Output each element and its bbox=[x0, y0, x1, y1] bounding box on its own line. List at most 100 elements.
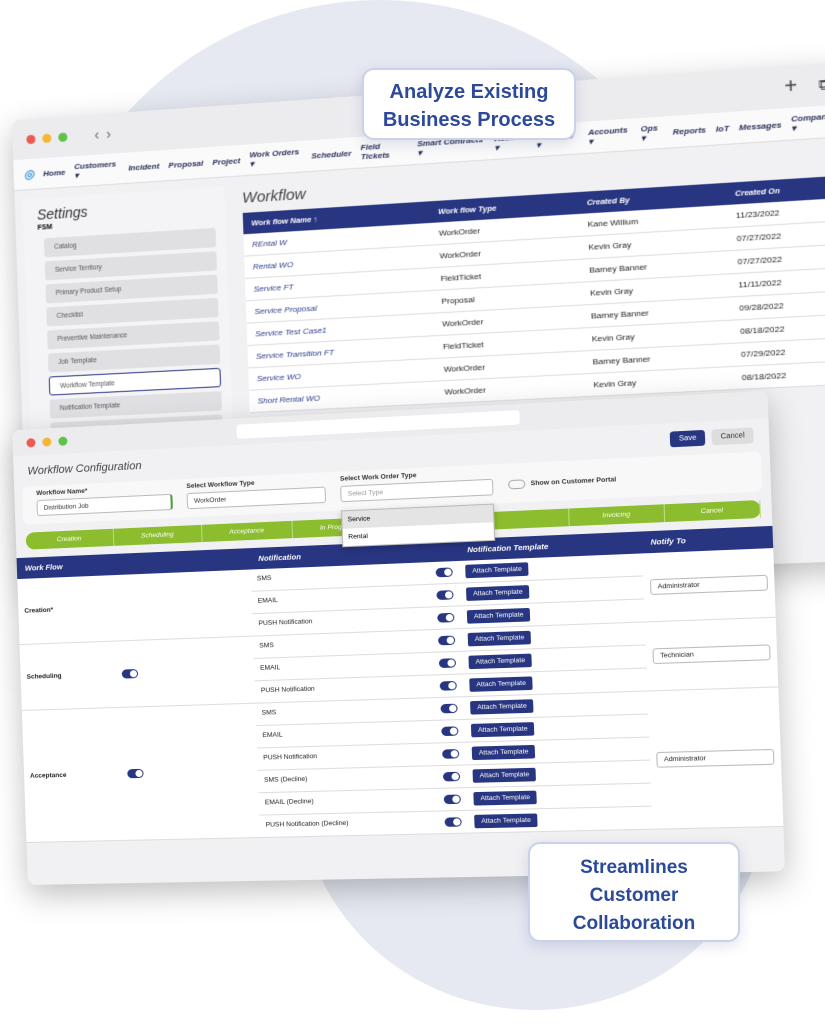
workflow-step[interactable]: Invoicing bbox=[569, 504, 665, 527]
nav-item[interactable]: Proposal bbox=[168, 158, 203, 169]
attach-template-button[interactable]: Attach Template bbox=[474, 813, 538, 829]
notification-toggle[interactable] bbox=[442, 749, 460, 759]
close-icon[interactable] bbox=[26, 437, 36, 448]
notification-name: PUSH Notification bbox=[258, 618, 313, 628]
notification-name: EMAIL bbox=[260, 664, 281, 672]
portal-toggle[interactable] bbox=[507, 478, 526, 489]
notification-toggle[interactable] bbox=[440, 680, 458, 691]
attach-template-button[interactable]: Attach Template bbox=[467, 607, 531, 624]
workflow-main: Workflow Work flow Name ↑ Work flow Type C… bbox=[242, 147, 825, 414]
table-cell: 08/18/2022 bbox=[732, 360, 825, 390]
notification-toggle[interactable] bbox=[444, 817, 463, 827]
notify-to-select[interactable]: Administrator bbox=[656, 748, 775, 768]
workflow-stage: Creation* bbox=[17, 569, 253, 645]
notify-to-select[interactable]: Administrator bbox=[649, 574, 769, 596]
notify-to-select[interactable]: Technician bbox=[652, 644, 771, 665]
workflow-config-window: Workflow Configuration Save Cancel Workf… bbox=[12, 390, 786, 885]
tabs-icon[interactable]: ⧉ bbox=[818, 75, 825, 94]
attach-template-button[interactable]: Attach Template bbox=[471, 722, 535, 738]
notification-toggle[interactable] bbox=[439, 658, 457, 669]
workflow-step[interactable]: Scheduling bbox=[113, 524, 203, 546]
attach-template-button[interactable]: Attach Template bbox=[468, 653, 532, 670]
attach-template-button[interactable]: Attach Template bbox=[472, 744, 536, 761]
workflow-table: Work flow Name ↑ Work flow Type Created By… bbox=[242, 175, 825, 413]
notify-to-value: Administrator bbox=[663, 754, 707, 764]
back-icon[interactable]: ‹ bbox=[94, 126, 99, 142]
stage-name: Creation* bbox=[24, 606, 54, 615]
nav-item[interactable]: Incident bbox=[128, 161, 159, 172]
wo-type-dropdown: Service Rental bbox=[341, 503, 496, 548]
notification-name: SMS bbox=[256, 574, 272, 583]
notify-to-cell: Administrator bbox=[647, 686, 784, 830]
notification-cell: PUSH Notification (Decline) bbox=[259, 810, 469, 838]
notification-toggle[interactable] bbox=[444, 794, 462, 805]
attach-template-button[interactable]: Attach Template bbox=[470, 699, 534, 715]
page-title: Workflow Configuration bbox=[27, 459, 142, 478]
nav-item[interactable]: Project bbox=[212, 156, 240, 167]
nav-item[interactable]: Accounts ▾ bbox=[588, 125, 632, 146]
notification-toggle[interactable] bbox=[440, 703, 459, 714]
new-tab-icon[interactable]: + bbox=[784, 74, 798, 99]
workflow-name-input[interactable]: Distribution Job bbox=[36, 493, 173, 517]
notification-toggle[interactable] bbox=[436, 567, 454, 578]
notification-toggle[interactable] bbox=[437, 612, 455, 623]
nav-item[interactable]: Ops ▾ bbox=[641, 123, 664, 143]
workflow-stage: Acceptance bbox=[21, 703, 260, 843]
notification-name: PUSH Notification (Decline) bbox=[265, 819, 349, 829]
maximize-icon[interactable] bbox=[58, 131, 68, 142]
cancel-button[interactable]: Cancel bbox=[711, 427, 754, 446]
close-icon[interactable] bbox=[26, 134, 36, 144]
nav-item[interactable]: IoT bbox=[716, 123, 730, 133]
notification-name: PUSH Notification bbox=[260, 685, 315, 695]
notification-name: EMAIL bbox=[262, 731, 283, 740]
attach-template-button[interactable]: Attach Template bbox=[468, 630, 531, 647]
nav-item[interactable]: Company ▾ bbox=[791, 111, 825, 133]
workflow-step[interactable]: Acceptance bbox=[202, 520, 293, 543]
notification-name: SMS bbox=[259, 641, 274, 650]
notify-to-cell: Technician bbox=[644, 617, 779, 692]
notification-toggle[interactable] bbox=[441, 726, 460, 737]
nav-item[interactable]: Scheduler bbox=[311, 148, 352, 160]
notification-name: EMAIL (Decline) bbox=[264, 798, 314, 807]
callout-bottom: Streamlines Customer Collaboration bbox=[528, 842, 740, 942]
notify-to-cell: Administrator bbox=[642, 548, 776, 622]
attach-template-button[interactable]: Attach Template bbox=[472, 767, 536, 783]
notification-toggle[interactable] bbox=[443, 771, 461, 782]
attach-template-button[interactable]: Attach Template bbox=[466, 585, 530, 601]
notification-name: SMS (Decline) bbox=[263, 775, 308, 784]
stage-name: Scheduling bbox=[26, 672, 62, 682]
maximize-icon[interactable] bbox=[58, 435, 68, 446]
forward-icon[interactable]: › bbox=[106, 125, 111, 141]
minimize-icon[interactable] bbox=[42, 133, 52, 143]
nav-item[interactable]: Home bbox=[43, 167, 66, 177]
workflow-step[interactable]: Cancel bbox=[664, 500, 761, 523]
nav-item[interactable]: Customers ▾ bbox=[74, 159, 120, 180]
attach-template-button[interactable]: Attach Template bbox=[473, 790, 537, 806]
nav-item[interactable]: Work Orders ▾ bbox=[249, 147, 302, 169]
sidebar-item[interactable]: Notification Template bbox=[49, 391, 222, 419]
wo-type-select[interactable]: Select Type bbox=[340, 478, 494, 503]
workflow-type-select[interactable]: WorkOrder bbox=[186, 486, 327, 510]
nav-item[interactable]: Field Tickets bbox=[360, 140, 408, 162]
notify-to-value: Administrator bbox=[657, 581, 700, 591]
callout-top: Analyze Existing Business Process bbox=[362, 68, 576, 140]
attach-template-button[interactable]: Attach Template bbox=[465, 562, 529, 579]
template-cell: Attach Template bbox=[468, 806, 653, 834]
notification-toggle[interactable] bbox=[436, 590, 455, 601]
notify-to-value: Technician bbox=[660, 651, 694, 660]
stage-toggle[interactable] bbox=[121, 669, 139, 679]
workflow-stage: Scheduling bbox=[19, 636, 256, 711]
nav-item[interactable]: Messages bbox=[739, 120, 782, 132]
minimize-icon[interactable] bbox=[42, 436, 52, 447]
logo-icon: ◎ bbox=[23, 166, 35, 182]
nav-item[interactable]: Reports bbox=[673, 125, 706, 137]
attach-template-button[interactable]: Attach Template bbox=[469, 676, 533, 692]
notification-toggle[interactable] bbox=[438, 635, 456, 646]
save-button[interactable]: Save bbox=[669, 429, 706, 448]
stage-name: Acceptance bbox=[29, 772, 67, 781]
stage-toggle[interactable] bbox=[126, 768, 144, 779]
portal-label: Show on Customer Portal bbox=[530, 475, 617, 487]
notification-table: Work Flow Notification Notification Templa… bbox=[16, 525, 784, 843]
notification-name: SMS bbox=[261, 709, 277, 717]
workflow-step[interactable]: Creation bbox=[25, 528, 114, 550]
